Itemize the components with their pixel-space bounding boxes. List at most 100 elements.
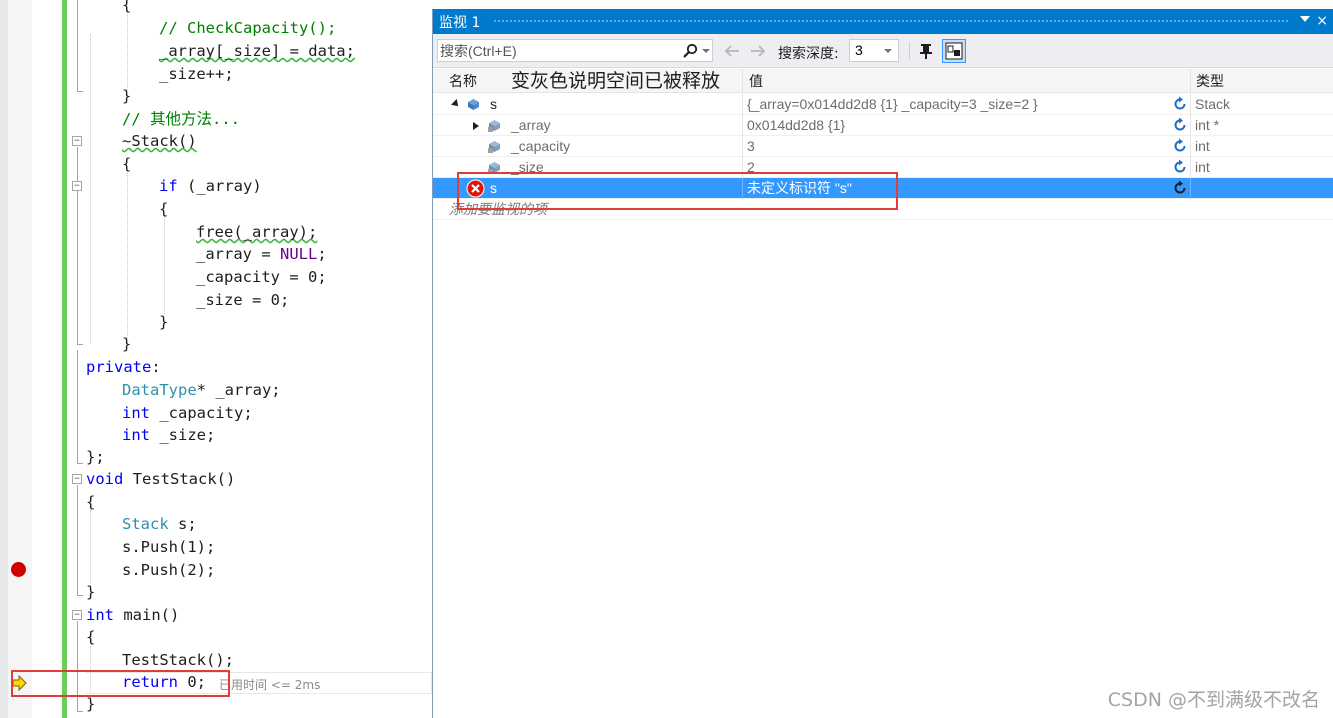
- column-header-name[interactable]: 名称: [449, 71, 477, 91]
- search-box[interactable]: [437, 39, 713, 62]
- column-divider: [1190, 94, 1191, 115]
- outline-end: [77, 595, 83, 596]
- indent-guide: [164, 216, 165, 314]
- chevron-down-icon[interactable]: [702, 49, 710, 53]
- outline-line: [77, 621, 78, 711]
- search-depth-select[interactable]: 3: [849, 39, 899, 62]
- code-line: free(_array);: [196, 223, 318, 241]
- code-line: }: [122, 335, 132, 353]
- code-line: }: [122, 87, 132, 105]
- code-editor[interactable]: − − − − { // CheckCapacity(); _array[_si…: [0, 0, 432, 718]
- code-line: _size++;: [159, 65, 234, 83]
- watch-row[interactable]: _capacity 3 int: [433, 136, 1333, 157]
- column-divider: [742, 115, 743, 136]
- perf-tip-elapsed[interactable]: 已用时间 <= 2ms: [219, 676, 320, 693]
- outline-end: [77, 711, 83, 712]
- code-line: }: [159, 313, 169, 331]
- collapse-toggle[interactable]: −: [72, 474, 82, 484]
- outline-line: [77, 485, 78, 595]
- refresh-icon[interactable]: [1172, 138, 1188, 154]
- column-header-type[interactable]: 类型: [1196, 71, 1224, 91]
- object-icon: [468, 99, 479, 110]
- back-arrow-icon[interactable]: [723, 42, 741, 60]
- indent-guide: [127, 170, 128, 338]
- change-tracking-bar: [62, 0, 67, 718]
- code-line: {: [122, 0, 132, 14]
- refresh-icon[interactable]: [1172, 180, 1188, 196]
- field-icon: [488, 120, 500, 132]
- column-resizer[interactable]: [742, 69, 743, 93]
- refresh-icon[interactable]: [1172, 96, 1188, 112]
- code-line: {: [86, 628, 96, 646]
- code-line: }: [86, 583, 96, 601]
- watch-toolbar: 搜索深度: 3: [433, 34, 1333, 68]
- watch-row[interactable]: _array 0x014dd2d8 {1} int *: [433, 115, 1333, 136]
- code-line: // 其他方法...: [122, 110, 240, 128]
- expander-open-icon[interactable]: [451, 99, 461, 109]
- column-divider: [1190, 178, 1191, 199]
- watch-name: _array: [511, 117, 551, 133]
- watch-type: Stack: [1195, 96, 1231, 112]
- column-header-value[interactable]: 值: [749, 71, 763, 91]
- forward-arrow-icon[interactable]: [749, 42, 767, 60]
- code-line: int _size;: [122, 426, 216, 444]
- refresh-icon[interactable]: [1172, 159, 1188, 175]
- annotation-text: 变灰色说明空间已被释放: [511, 70, 721, 92]
- outline-end: [77, 91, 83, 92]
- watch-row[interactable]: s {_array=0x014dd2d8 {1} _capacity=3 _si…: [433, 94, 1333, 115]
- code-line: _array[_size] = data;: [159, 42, 355, 60]
- watch-value: 3: [747, 138, 755, 154]
- hex-display-icon: [945, 42, 963, 60]
- code-line: DataType* _array;: [122, 381, 281, 399]
- code-line: // CheckCapacity();: [159, 19, 337, 37]
- code-line: s.Push(1);: [122, 538, 216, 556]
- code-line: s.Push(2);: [122, 561, 216, 579]
- search-depth-label: 搜索深度:: [778, 46, 839, 62]
- outline-line: [77, 147, 78, 344]
- code-line: {: [122, 155, 132, 173]
- hex-display-button[interactable]: [942, 39, 966, 63]
- chevron-down-icon: [884, 49, 892, 53]
- code-line: {: [159, 200, 169, 218]
- pin-icon[interactable]: [917, 42, 935, 60]
- outline-end: [77, 344, 83, 345]
- collapse-toggle[interactable]: −: [72, 610, 82, 620]
- refresh-icon[interactable]: [1172, 117, 1188, 133]
- expander-closed-icon[interactable]: [473, 122, 479, 130]
- code-line: int main(): [86, 606, 180, 624]
- column-divider: [742, 94, 743, 115]
- indent-guide: [90, 510, 91, 590]
- highlight-box: [11, 670, 230, 697]
- column-resizer[interactable]: [1190, 69, 1191, 93]
- toolbar-separator: [909, 42, 910, 60]
- code-line: };: [86, 448, 105, 466]
- highlight-box: [457, 172, 898, 210]
- watch-title: 监视 1: [439, 15, 481, 31]
- watch-type: int: [1195, 159, 1210, 175]
- window-position-dropdown-icon[interactable]: [1300, 16, 1310, 22]
- collapse-toggle[interactable]: −: [72, 136, 82, 146]
- code-line: {: [86, 493, 96, 511]
- code-line: Stack s;: [122, 515, 197, 533]
- search-depth-value: 3: [855, 42, 863, 58]
- watch-type: int *: [1195, 117, 1220, 133]
- indent-guide: [127, 10, 128, 90]
- watch-window: 监视 1 × 搜索深度: 3: [432, 9, 1333, 718]
- code-line: private:: [86, 358, 161, 376]
- code-line: void TestStack(): [86, 470, 236, 488]
- collapse-toggle[interactable]: −: [72, 181, 82, 191]
- breakpoint-icon[interactable]: [11, 562, 26, 577]
- watch-value: 0x014dd2d8 {1}: [747, 117, 846, 133]
- code-line: _capacity = 0;: [196, 268, 327, 286]
- search-input[interactable]: [440, 42, 672, 60]
- close-icon[interactable]: ×: [1316, 12, 1328, 30]
- watch-title-bar[interactable]: 监视 1 ×: [433, 9, 1333, 34]
- field-icon: [488, 141, 500, 153]
- column-divider: [742, 136, 743, 157]
- glyph-margin[interactable]: [8, 0, 32, 718]
- search-icon[interactable]: [682, 43, 698, 59]
- watch-name: _capacity: [511, 138, 571, 154]
- editor-gutter: [0, 0, 8, 718]
- outline-line: [77, 350, 78, 463]
- watch-value: {_array=0x014dd2d8 {1} _capacity=3 _size…: [747, 96, 1038, 112]
